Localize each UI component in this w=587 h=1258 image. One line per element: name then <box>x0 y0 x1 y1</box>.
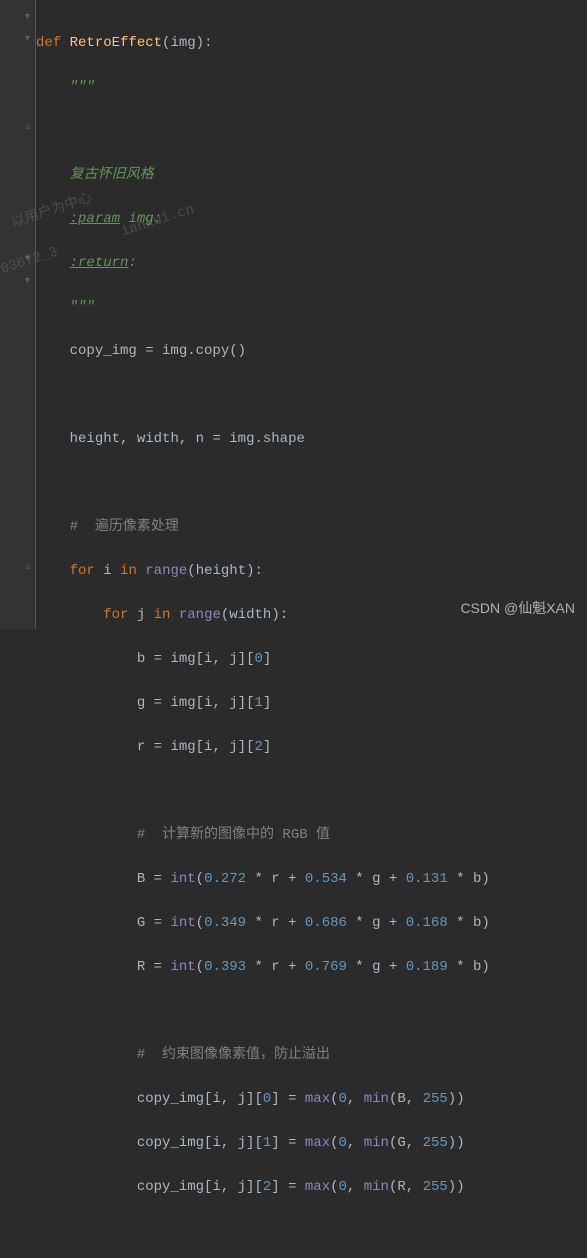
comment: # 约束图像像素值，防止溢出 <box>137 1047 330 1063</box>
code-editor[interactable]: def RetroEffect(img): """ 复古怀旧风格 :param … <box>36 0 490 1258</box>
comment: # 计算新的图像中的 RGB 值 <box>137 827 330 843</box>
editor-gutter: ▾ ▾ ▵ ▾ ▾ ▵ <box>0 0 36 629</box>
docstring-param: img: <box>128 211 162 227</box>
fold-end-icon: ▵ <box>22 122 33 133</box>
param-name: img <box>170 35 195 51</box>
csdn-watermark: CSDN @仙魁XAN <box>460 597 575 619</box>
code-text: copy_img = img.copy() <box>70 343 246 359</box>
docstring-quote: """ <box>70 299 95 315</box>
docstring-param-tag: :param <box>70 211 120 227</box>
fold-arrow-icon[interactable]: ▾ <box>22 276 33 287</box>
fold-arrow-icon[interactable]: ▾ <box>22 34 33 45</box>
docstring-title: 复古怀旧风格 <box>70 167 154 183</box>
fold-arrow-icon[interactable]: ▾ <box>22 12 33 23</box>
docstring-return-tag: :return <box>70 255 129 271</box>
fold-end-icon: ▵ <box>22 562 33 573</box>
docstring-quote: """ <box>70 79 95 95</box>
comment: # 遍历像素处理 <box>70 519 179 535</box>
fold-arrow-icon[interactable]: ▾ <box>22 254 33 265</box>
function-name: RetroEffect <box>70 35 162 51</box>
keyword-def: def <box>36 35 61 51</box>
